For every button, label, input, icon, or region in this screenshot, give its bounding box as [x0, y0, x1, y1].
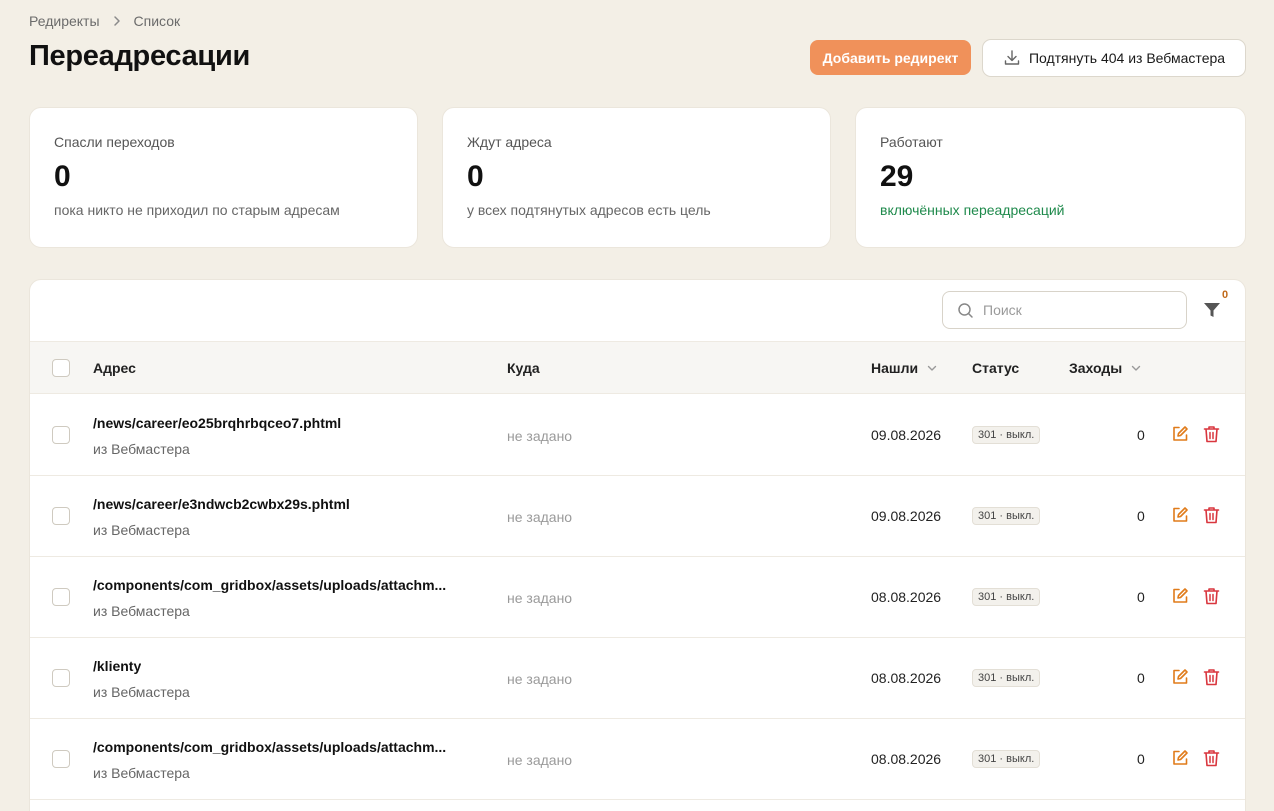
pull-404-label: Подтянуть 404 из Вебмастера — [1028, 50, 1226, 66]
stat-value: 0 — [467, 160, 484, 193]
table-row: /news/career/e3ndwcb2cwbx29s.phtml из Веб… — [30, 476, 1245, 557]
pull-404-button[interactable]: Подтянуть 404 из Вебмастера — [982, 39, 1246, 77]
row-date: 08.08.2026 — [871, 670, 942, 686]
search-field[interactable] — [942, 291, 1187, 329]
stat-value: 0 — [54, 160, 71, 193]
row-checkbox[interactable] — [52, 426, 70, 444]
table-header: Адрес Куда Нашли Статус Заходы — [30, 341, 1245, 394]
stat-card-saved: Спасли переходов 0 пока никто не приходи… — [29, 107, 418, 248]
row-date: 08.08.2026 — [871, 589, 942, 605]
select-all-checkbox[interactable] — [52, 359, 70, 377]
stat-card-waiting: Ждут адреса 0 у всех подтянутых адресов … — [442, 107, 831, 248]
status-badge: 301 · выкл. — [972, 750, 1041, 768]
chevron-down-icon — [926, 362, 938, 374]
row-checkbox[interactable] — [52, 669, 70, 687]
row-date: 09.08.2026 — [871, 427, 942, 443]
table-row: /components/com_gridbox/assets/uploads/a… — [30, 719, 1245, 800]
stat-label: Работают — [880, 134, 943, 150]
column-hits-label: Заходы — [1069, 360, 1123, 376]
column-hits[interactable]: Заходы — [1069, 360, 1142, 376]
column-destination: Куда — [507, 360, 540, 376]
download-icon — [1003, 49, 1021, 67]
row-checkbox[interactable] — [52, 507, 70, 525]
edit-icon[interactable] — [1171, 587, 1189, 605]
stat-subtext: включённых переадресаций — [880, 202, 1065, 218]
edit-icon[interactable] — [1171, 506, 1189, 524]
status-badge: 301 · выкл. — [972, 507, 1041, 525]
breadcrumb: Редиректы Список — [29, 13, 180, 29]
table-row: /components/com_gridbox/assets/uploads/a… — [30, 557, 1245, 638]
row-checkbox[interactable] — [52, 588, 70, 606]
row-destination: не задано — [507, 509, 573, 525]
row-hits: 0 — [1137, 427, 1145, 443]
row-destination: не задано — [507, 671, 573, 687]
trash-icon[interactable] — [1203, 749, 1220, 767]
status-badge: 301 · выкл. — [972, 588, 1041, 606]
stat-label: Ждут адреса — [467, 134, 552, 150]
row-address[interactable]: /components/com_gridbox/assets/uploads/a… — [93, 739, 446, 755]
chevron-down-icon — [1130, 362, 1142, 374]
column-destination-label: Куда — [507, 360, 540, 376]
column-status-label: Статус — [972, 360, 1020, 376]
column-found[interactable]: Нашли — [871, 360, 938, 376]
row-source: из Вебмастера — [93, 684, 190, 700]
edit-icon[interactable] — [1171, 749, 1189, 767]
stat-subtext: у всех подтянутых адресов есть цель — [467, 202, 711, 218]
column-status: Статус — [972, 360, 1019, 376]
column-address: Адрес — [93, 360, 136, 376]
column-address-label: Адрес — [93, 360, 136, 376]
row-hits: 0 — [1137, 751, 1145, 767]
chevron-right-icon — [110, 14, 124, 28]
row-destination: не задано — [507, 590, 573, 606]
row-hits: 0 — [1137, 589, 1145, 605]
row-source: из Вебмастера — [93, 522, 190, 538]
trash-icon[interactable] — [1203, 668, 1220, 686]
row-date: 08.08.2026 — [871, 751, 942, 767]
row-destination: не задано — [507, 752, 573, 768]
row-source: из Вебмастера — [93, 765, 190, 781]
add-redirect-button[interactable]: Добавить редирект — [810, 40, 971, 75]
trash-icon[interactable] — [1203, 506, 1220, 524]
row-address[interactable]: /news/career/eo25brqhrbqceo7.phtml — [93, 415, 341, 431]
edit-icon[interactable] — [1171, 425, 1189, 443]
row-destination: не задано — [507, 428, 573, 444]
row-checkbox[interactable] — [52, 750, 70, 768]
stat-value: 29 — [880, 160, 914, 193]
row-source: из Вебмастера — [93, 603, 190, 619]
filter-count-badge: 0 — [1222, 289, 1229, 301]
breadcrumb-item-list: Список — [133, 13, 181, 29]
redirects-table: 0 Адрес Куда Нашли Статус Заходы /news/c… — [29, 279, 1246, 811]
trash-icon[interactable] — [1203, 425, 1220, 443]
table-row: /klienty из Вебмастера не задано 08.08.2026… — [30, 638, 1245, 719]
column-found-label: Нашли — [871, 360, 919, 376]
breadcrumb-item-redirects[interactable]: Редиректы — [29, 13, 100, 29]
row-address[interactable]: /klienty — [93, 658, 141, 674]
search-input[interactable] — [983, 302, 1163, 318]
row-address[interactable]: /components/com_gridbox/assets/uploads/a… — [93, 577, 446, 593]
trash-icon[interactable] — [1203, 587, 1220, 605]
status-badge: 301 · выкл. — [972, 426, 1041, 444]
row-date: 09.08.2026 — [871, 508, 942, 524]
table-row: /news/career/eo25brqhrbqceo7.phtml из Веб… — [30, 395, 1245, 476]
page-title: Переадресации — [29, 40, 251, 72]
search-icon — [957, 302, 974, 319]
edit-icon[interactable] — [1171, 668, 1189, 686]
row-hits: 0 — [1137, 670, 1145, 686]
row-hits: 0 — [1137, 508, 1145, 524]
row-address[interactable]: /news/career/e3ndwcb2cwbx29s.phtml — [93, 496, 350, 512]
status-badge: 301 · выкл. — [972, 669, 1041, 687]
filter-icon[interactable] — [1202, 300, 1222, 320]
stat-card-working: Работают 29 включённых переадресаций — [855, 107, 1246, 248]
stat-subtext: пока никто не приходил по старым адресам — [54, 202, 340, 218]
stat-label: Спасли переходов — [54, 134, 175, 150]
row-source: из Вебмастера — [93, 441, 190, 457]
